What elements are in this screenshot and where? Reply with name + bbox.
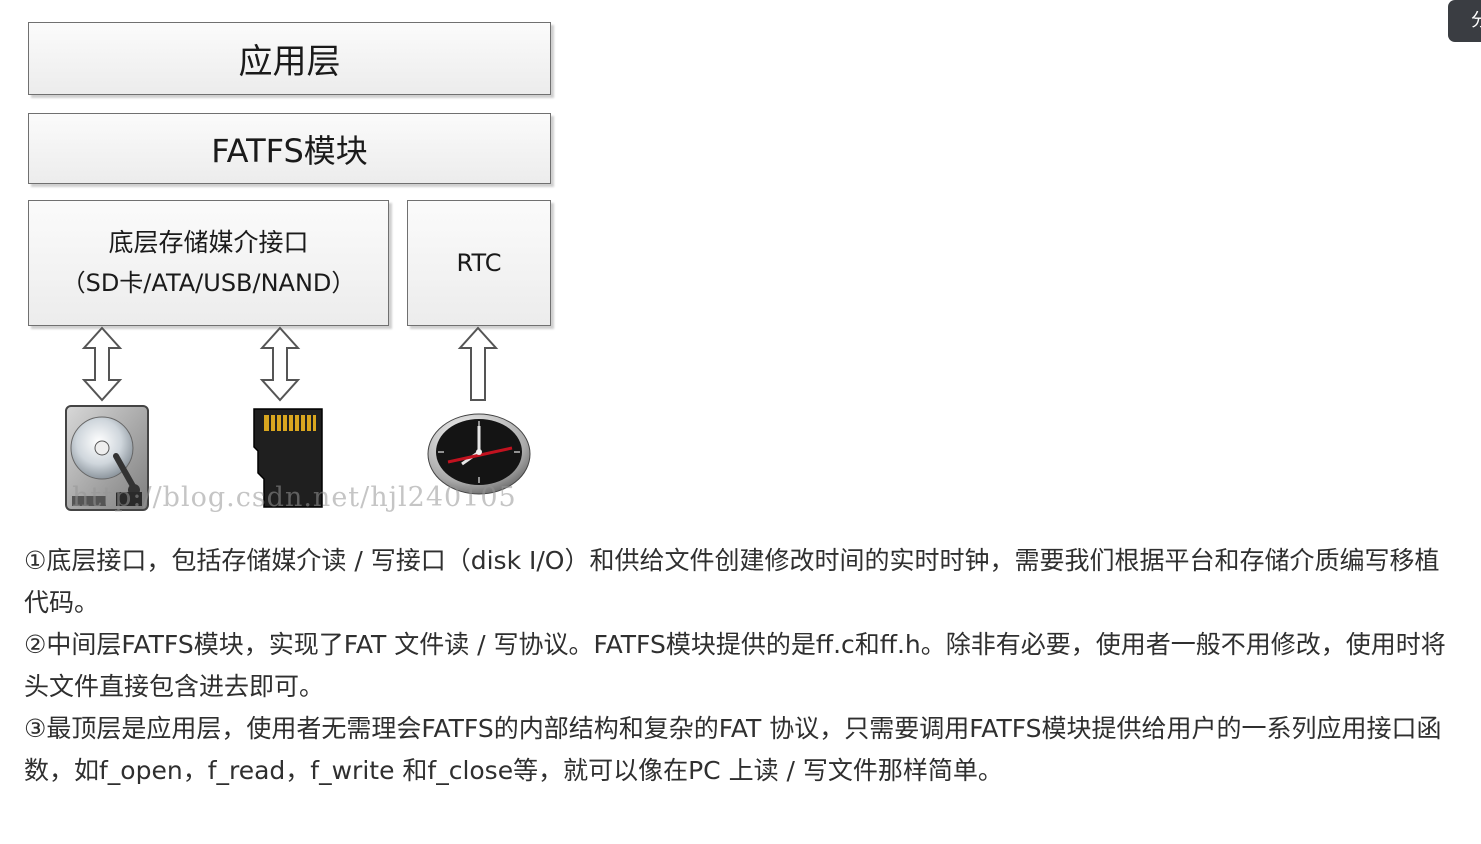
app-layer-label: 应用层 bbox=[238, 42, 341, 82]
storage-interface-types: （SD卡/ATA/USB/NAND） bbox=[61, 269, 356, 297]
description-top-layer: ③最顶层是应用层，使用者无需理会FATFS的内部结构和复杂的FAT 协议，只需要… bbox=[24, 714, 1442, 785]
app-layer-box: 应用层 bbox=[28, 22, 551, 95]
share-button-label: 分 bbox=[1471, 10, 1481, 31]
up-arrow-icon bbox=[457, 326, 499, 401]
rtc-box: RTC bbox=[407, 200, 551, 326]
watermark: http://blog.csdn.net/hjl240105 bbox=[72, 482, 517, 513]
description-bottom-layer: ①底层接口，包括存储媒介读 / 写接口（disk I/O）和供给文件创建修改时间… bbox=[24, 546, 1440, 617]
share-button[interactable]: 分 bbox=[1448, 0, 1481, 42]
fatfs-layer-label: FATFS模块 bbox=[211, 131, 368, 170]
double-arrow-icon bbox=[259, 326, 301, 402]
rtc-label: RTC bbox=[456, 249, 502, 277]
description: ①底层接口，包括存储媒介读 / 写接口（disk I/O）和供给文件创建修改时间… bbox=[24, 540, 1464, 792]
storage-interface-title: 底层存储媒介接口 bbox=[108, 228, 309, 257]
storage-interface-box: 底层存储媒介接口 （SD卡/ATA/USB/NAND） bbox=[28, 200, 389, 326]
description-middle-layer: ②中间层FATFS模块，实现了FAT 文件读 / 写协议。FATFS模块提供的是… bbox=[24, 630, 1446, 701]
double-arrow-icon bbox=[81, 326, 123, 402]
fatfs-layer-box: FATFS模块 bbox=[28, 113, 551, 184]
